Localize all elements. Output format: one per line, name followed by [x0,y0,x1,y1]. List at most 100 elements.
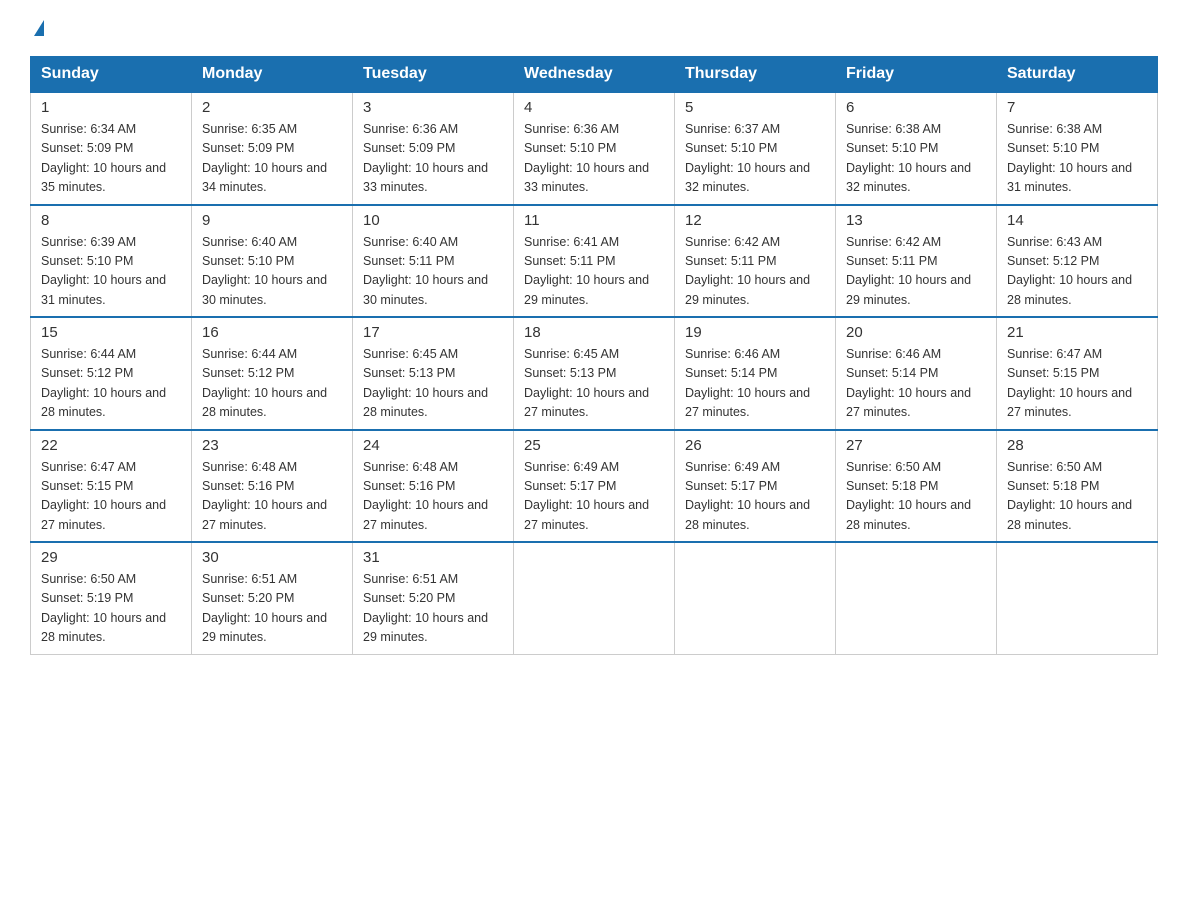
day-number: 17 [363,324,503,341]
day-info: Sunrise: 6:42 AMSunset: 5:11 PMDaylight:… [685,233,825,311]
calendar-day-10: 10 Sunrise: 6:40 AMSunset: 5:11 PMDayligh… [353,205,514,318]
day-info: Sunrise: 6:46 AMSunset: 5:14 PMDaylight:… [846,345,986,423]
day-number: 21 [1007,324,1147,341]
day-info: Sunrise: 6:42 AMSunset: 5:11 PMDaylight:… [846,233,986,311]
calendar-day-4: 4 Sunrise: 6:36 AMSunset: 5:10 PMDaylight… [514,92,675,205]
day-info: Sunrise: 6:38 AMSunset: 5:10 PMDaylight:… [1007,120,1147,198]
day-info: Sunrise: 6:50 AMSunset: 5:18 PMDaylight:… [1007,458,1147,536]
page-header [30,20,1158,36]
day-info: Sunrise: 6:45 AMSunset: 5:13 PMDaylight:… [524,345,664,423]
calendar-day-22: 22 Sunrise: 6:47 AMSunset: 5:15 PMDayligh… [31,430,192,543]
calendar-day-21: 21 Sunrise: 6:47 AMSunset: 5:15 PMDayligh… [997,317,1158,430]
day-info: Sunrise: 6:45 AMSunset: 5:13 PMDaylight:… [363,345,503,423]
empty-cell [997,542,1158,654]
day-number: 15 [41,324,181,341]
calendar-day-18: 18Sunrise: 6:45 AMSunset: 5:13 PMDayligh… [514,317,675,430]
day-number: 7 [1007,99,1147,116]
column-header-wednesday: Wednesday [514,57,675,93]
column-header-monday: Monday [192,57,353,93]
calendar-week-1: 1Sunrise: 6:34 AMSunset: 5:09 PMDaylight… [31,92,1158,205]
day-info: Sunrise: 6:38 AMSunset: 5:10 PMDaylight:… [846,120,986,198]
calendar-day-29: 29 Sunrise: 6:50 AMSunset: 5:19 PMDayligh… [31,542,192,654]
day-info: Sunrise: 6:50 AMSunset: 5:19 PMDaylight:… [41,570,181,648]
calendar-day-17: 17 Sunrise: 6:45 AMSunset: 5:13 PMDayligh… [353,317,514,430]
day-number: 14 [1007,212,1147,229]
calendar-day-5: 5Sunrise: 6:37 AMSunset: 5:10 PMDaylight… [675,92,836,205]
empty-cell [675,542,836,654]
day-number: 22 [41,437,181,454]
calendar-week-3: 15 Sunrise: 6:44 AMSunset: 5:12 PMDayligh… [31,317,1158,430]
day-info: Sunrise: 6:46 AMSunset: 5:14 PMDaylight:… [685,345,825,423]
day-number: 23 [202,437,342,454]
day-number: 30 [202,549,342,566]
day-number: 27 [846,437,986,454]
day-number: 8 [41,212,181,229]
column-header-tuesday: Tuesday [353,57,514,93]
day-number: 3 [363,99,503,116]
calendar-day-6: 6 Sunrise: 6:38 AMSunset: 5:10 PMDaylight… [836,92,997,205]
day-number: 16 [202,324,342,341]
day-number: 1 [41,99,181,116]
day-info: Sunrise: 6:39 AMSunset: 5:10 PMDaylight:… [41,233,181,311]
column-header-thursday: Thursday [675,57,836,93]
day-info: Sunrise: 6:37 AMSunset: 5:10 PMDaylight:… [685,120,825,198]
day-info: Sunrise: 6:48 AMSunset: 5:16 PMDaylight:… [363,458,503,536]
day-info: Sunrise: 6:51 AMSunset: 5:20 PMDaylight:… [363,570,503,648]
day-info: Sunrise: 6:41 AMSunset: 5:11 PMDaylight:… [524,233,664,311]
day-number: 24 [363,437,503,454]
day-info: Sunrise: 6:50 AMSunset: 5:18 PMDaylight:… [846,458,986,536]
calendar-day-24: 24 Sunrise: 6:48 AMSunset: 5:16 PMDayligh… [353,430,514,543]
calendar-day-3: 3 Sunrise: 6:36 AMSunset: 5:09 PMDaylight… [353,92,514,205]
day-info: Sunrise: 6:44 AMSunset: 5:12 PMDaylight:… [41,345,181,423]
day-number: 31 [363,549,503,566]
calendar-day-15: 15 Sunrise: 6:44 AMSunset: 5:12 PMDayligh… [31,317,192,430]
calendar-day-30: 30 Sunrise: 6:51 AMSunset: 5:20 PMDayligh… [192,542,353,654]
day-number: 13 [846,212,986,229]
calendar-day-2: 2Sunrise: 6:35 AMSunset: 5:09 PMDaylight… [192,92,353,205]
column-header-sunday: Sunday [31,57,192,93]
day-info: Sunrise: 6:47 AMSunset: 5:15 PMDaylight:… [1007,345,1147,423]
day-number: 11 [524,212,664,229]
day-number: 9 [202,212,342,229]
day-number: 2 [202,99,342,116]
day-number: 4 [524,99,664,116]
calendar-day-20: 20 Sunrise: 6:46 AMSunset: 5:14 PMDayligh… [836,317,997,430]
calendar-day-26: 26Sunrise: 6:49 AMSunset: 5:17 PMDayligh… [675,430,836,543]
calendar-day-7: 7 Sunrise: 6:38 AMSunset: 5:10 PMDaylight… [997,92,1158,205]
day-info: Sunrise: 6:47 AMSunset: 5:15 PMDaylight:… [41,458,181,536]
day-info: Sunrise: 6:36 AMSunset: 5:09 PMDaylight:… [363,120,503,198]
calendar-day-13: 13 Sunrise: 6:42 AMSunset: 5:11 PMDayligh… [836,205,997,318]
day-info: Sunrise: 6:36 AMSunset: 5:10 PMDaylight:… [524,120,664,198]
day-number: 10 [363,212,503,229]
day-number: 12 [685,212,825,229]
calendar-day-23: 23 Sunrise: 6:48 AMSunset: 5:16 PMDayligh… [192,430,353,543]
calendar-day-1: 1Sunrise: 6:34 AMSunset: 5:09 PMDaylight… [31,92,192,205]
day-info: Sunrise: 6:49 AMSunset: 5:17 PMDaylight:… [524,458,664,536]
calendar-day-14: 14 Sunrise: 6:43 AMSunset: 5:12 PMDayligh… [997,205,1158,318]
empty-cell [514,542,675,654]
day-number: 25 [524,437,664,454]
calendar-day-9: 9 Sunrise: 6:40 AMSunset: 5:10 PMDaylight… [192,205,353,318]
day-number: 19 [685,324,825,341]
day-info: Sunrise: 6:48 AMSunset: 5:16 PMDaylight:… [202,458,342,536]
day-number: 26 [685,437,825,454]
calendar-header-row: SundayMondayTuesdayWednesdayThursdayFrid… [31,57,1158,93]
calendar-day-31: 31 Sunrise: 6:51 AMSunset: 5:20 PMDayligh… [353,542,514,654]
column-header-saturday: Saturday [997,57,1158,93]
day-info: Sunrise: 6:40 AMSunset: 5:11 PMDaylight:… [363,233,503,311]
calendar-week-2: 8 Sunrise: 6:39 AMSunset: 5:10 PMDaylight… [31,205,1158,318]
logo [30,20,44,36]
day-info: Sunrise: 6:43 AMSunset: 5:12 PMDaylight:… [1007,233,1147,311]
calendar-week-5: 29 Sunrise: 6:50 AMSunset: 5:19 PMDayligh… [31,542,1158,654]
day-number: 20 [846,324,986,341]
calendar-day-8: 8 Sunrise: 6:39 AMSunset: 5:10 PMDaylight… [31,205,192,318]
day-info: Sunrise: 6:40 AMSunset: 5:10 PMDaylight:… [202,233,342,311]
empty-cell [836,542,997,654]
calendar-day-12: 12 Sunrise: 6:42 AMSunset: 5:11 PMDayligh… [675,205,836,318]
day-info: Sunrise: 6:51 AMSunset: 5:20 PMDaylight:… [202,570,342,648]
calendar-week-4: 22 Sunrise: 6:47 AMSunset: 5:15 PMDayligh… [31,430,1158,543]
day-number: 29 [41,549,181,566]
day-number: 6 [846,99,986,116]
logo-triangle-icon [34,20,44,36]
column-header-friday: Friday [836,57,997,93]
